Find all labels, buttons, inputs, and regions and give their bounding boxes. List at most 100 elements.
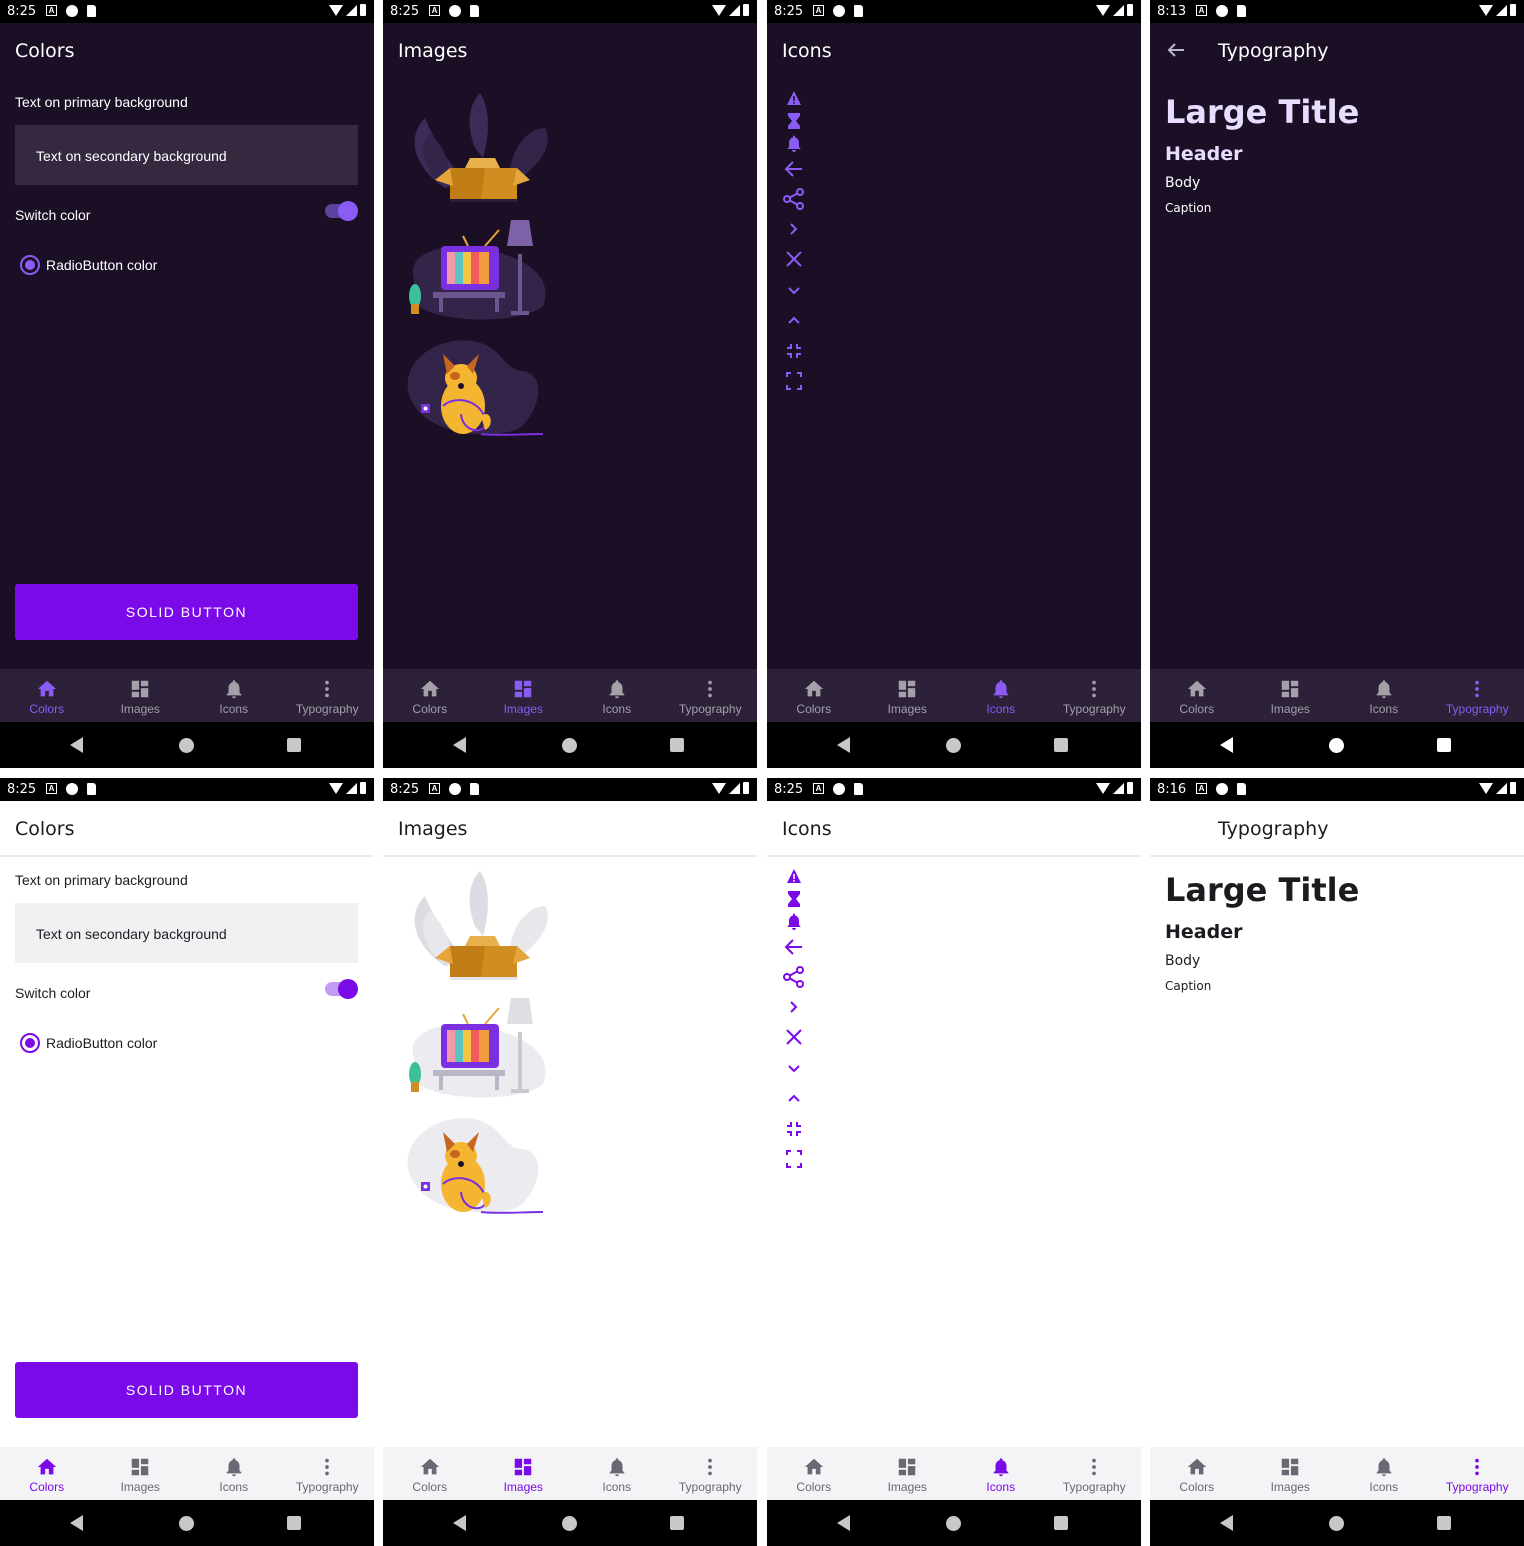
status-time: 8:25 — [774, 782, 804, 797]
hourglass-icon — [788, 891, 800, 907]
nav-item-colors[interactable]: Colors — [383, 669, 477, 722]
nav-item-images[interactable]: Images — [94, 1447, 188, 1500]
nav-item-typography[interactable]: Typography — [281, 1447, 375, 1500]
nav-item-images[interactable]: Images — [94, 669, 188, 722]
color-switch[interactable] — [325, 201, 358, 221]
nav-item-icons[interactable]: Icons — [570, 1447, 664, 1500]
nav-item-typography[interactable]: Typography — [1431, 1447, 1524, 1500]
status-bar: 8:16 A — [1150, 778, 1524, 801]
nav-item-icons[interactable]: Icons — [187, 1447, 281, 1500]
system-recents-icon[interactable] — [670, 1516, 684, 1530]
dark-typography-screen: 8:13 A Typography Large Title Header Bod… — [1150, 0, 1524, 768]
system-recents-icon[interactable] — [1054, 1516, 1068, 1530]
system-home-icon[interactable] — [562, 738, 577, 753]
back-arrow-icon[interactable] — [1164, 38, 1188, 62]
nav-label-images: Images — [1270, 702, 1310, 716]
bottom-navigation: Colors Images Icons Typography — [0, 669, 374, 722]
dark-colors-screen: 8:25 A Colors Text on primary background… — [0, 0, 374, 768]
system-back-icon[interactable] — [837, 737, 850, 753]
nav-item-colors[interactable]: Colors — [767, 669, 861, 722]
system-back-icon[interactable] — [1220, 1515, 1233, 1531]
radio-row[interactable]: RadioButton color — [20, 1033, 157, 1053]
nav-item-colors[interactable]: Colors — [1150, 1447, 1244, 1500]
system-back-icon[interactable] — [453, 737, 466, 753]
system-home-icon[interactable] — [179, 1516, 194, 1531]
nav-item-colors[interactable]: Colors — [767, 1447, 861, 1500]
caption-text: Caption — [1165, 201, 1212, 215]
secondary-background-box: Text on secondary background — [15, 903, 358, 963]
system-home-icon[interactable] — [946, 1516, 961, 1531]
status-bar: 8:25 A — [0, 778, 374, 801]
chevron-right-icon — [790, 223, 798, 235]
nav-item-colors[interactable]: Colors — [383, 1447, 477, 1500]
switch-knob — [338, 979, 358, 999]
system-home-icon[interactable] — [562, 1516, 577, 1531]
system-back-icon[interactable] — [453, 1515, 466, 1531]
light-images-screen: 8:25 A Images Colors Images Icons Typogr… — [383, 778, 757, 1546]
nav-label-colors: Colors — [29, 702, 65, 716]
nav-label-icons: Icons — [1369, 702, 1399, 716]
battery-icon — [1127, 4, 1133, 16]
status-time: 8:25 — [7, 782, 37, 797]
dark-images-screen: 8:25 A Images Colors Images Icons Typogr… — [383, 0, 757, 768]
nav-item-images[interactable]: Images — [477, 1447, 571, 1500]
nav-label-colors: Colors — [412, 702, 448, 716]
system-back-icon[interactable] — [70, 737, 83, 753]
fullscreen-icon — [786, 1150, 802, 1168]
system-recents-icon[interactable] — [1054, 738, 1068, 752]
arrow-back-icon — [784, 161, 802, 177]
nav-item-icons[interactable]: Icons — [570, 669, 664, 722]
nav-item-icons[interactable]: Icons — [954, 669, 1048, 722]
nav-item-typography[interactable]: Typography — [281, 669, 375, 722]
sd-card-icon — [1237, 783, 1246, 795]
nav-item-icons[interactable]: Icons — [1337, 669, 1431, 722]
wifi-icon — [1479, 4, 1493, 16]
nav-item-typography[interactable]: Typography — [664, 669, 758, 722]
system-recents-icon[interactable] — [1437, 1516, 1451, 1530]
nav-item-images[interactable]: Images — [1244, 1447, 1338, 1500]
bell-icon — [609, 1458, 625, 1477]
dog-illustration — [407, 1118, 544, 1214]
notification-p-icon — [449, 5, 461, 17]
nav-item-typography[interactable]: Typography — [1048, 669, 1142, 722]
nav-item-colors[interactable]: Colors — [0, 669, 94, 722]
nav-item-icons[interactable]: Icons — [187, 669, 281, 722]
radio-row[interactable]: RadioButton color — [20, 255, 157, 275]
nav-item-typography[interactable]: Typography — [1048, 1447, 1142, 1500]
status-time: 8:25 — [390, 782, 420, 797]
cat-in-box-illustration — [414, 93, 548, 202]
nav-item-images[interactable]: Images — [477, 669, 571, 722]
system-recents-icon[interactable] — [287, 738, 301, 752]
nav-item-colors[interactable]: Colors — [0, 1447, 94, 1500]
bottom-navigation: Colors Images Icons Typography — [1150, 669, 1524, 722]
bell-icon — [787, 135, 801, 152]
system-back-icon[interactable] — [70, 1515, 83, 1531]
color-switch[interactable] — [325, 979, 358, 999]
system-back-icon[interactable] — [837, 1515, 850, 1531]
nav-item-colors[interactable]: Colors — [1150, 669, 1244, 722]
nav-label-typography: Typography — [1445, 1480, 1509, 1494]
radio-button[interactable] — [20, 1033, 40, 1053]
system-back-icon[interactable] — [1220, 737, 1233, 753]
solid-button[interactable]: SOLID BUTTON — [15, 584, 358, 640]
system-home-icon[interactable] — [1329, 738, 1344, 753]
chevron-down-icon — [788, 1065, 800, 1073]
nav-item-icons[interactable]: Icons — [1337, 1447, 1431, 1500]
app-bar: Colors — [0, 801, 374, 857]
nav-item-icons[interactable]: Icons — [954, 1447, 1048, 1500]
nav-item-typography[interactable]: Typography — [1431, 669, 1524, 722]
nav-item-images[interactable]: Images — [861, 1447, 955, 1500]
system-recents-icon[interactable] — [670, 738, 684, 752]
nav-item-images[interactable]: Images — [861, 669, 955, 722]
system-home-icon[interactable] — [179, 738, 194, 753]
nav-item-typography[interactable]: Typography — [664, 1447, 758, 1500]
notification-p-icon — [1216, 783, 1228, 795]
nav-item-images[interactable]: Images — [1244, 669, 1338, 722]
system-recents-icon[interactable] — [1437, 738, 1451, 752]
system-recents-icon[interactable] — [287, 1516, 301, 1530]
system-home-icon[interactable] — [1329, 1516, 1344, 1531]
solid-button[interactable]: SOLID BUTTON — [15, 1362, 358, 1418]
system-home-icon[interactable] — [946, 738, 961, 753]
radio-button[interactable] — [20, 255, 40, 275]
nav-label-images: Images — [120, 702, 160, 716]
